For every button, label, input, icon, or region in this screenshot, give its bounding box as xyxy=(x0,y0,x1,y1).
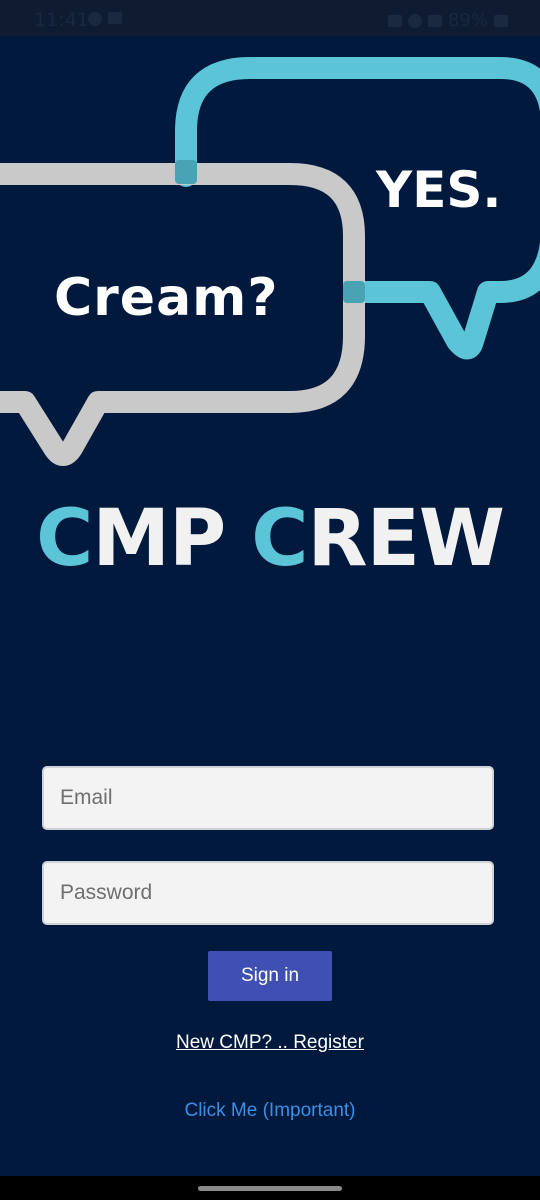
navigation-bar xyxy=(0,1176,540,1200)
signal-icon xyxy=(427,14,442,27)
status-time: 11:41 xyxy=(34,9,89,31)
logo-rest-2: REW xyxy=(307,494,505,584)
battery-icon xyxy=(494,14,508,27)
status-icons-right: 89% xyxy=(387,10,508,31)
password-field[interactable] xyxy=(42,861,494,925)
wifi-icon xyxy=(407,13,422,28)
hero-illustration: Cream? YES. xyxy=(0,36,540,496)
speech-bubbles-graphic xyxy=(0,57,540,466)
home-gesture-handle[interactable] xyxy=(198,1186,342,1191)
mute-icon xyxy=(387,14,402,27)
question-text: Cream? xyxy=(54,268,279,328)
logo-rest-1: MP xyxy=(92,494,226,584)
logo-initial-2: C xyxy=(251,494,308,584)
sign-in-button[interactable]: Sign in xyxy=(208,951,332,1001)
whatsapp-icon xyxy=(88,12,102,26)
email-field[interactable] xyxy=(42,766,494,830)
app-logo: CMP CREW xyxy=(0,496,540,582)
status-icons-left xyxy=(88,12,122,26)
important-link[interactable]: Click Me (Important) xyxy=(0,1100,540,1122)
register-link[interactable]: New CMP? .. Register xyxy=(0,1032,540,1054)
image-icon xyxy=(108,12,122,24)
logo-initial-1: C xyxy=(36,494,93,584)
battery-level: 89% xyxy=(447,10,488,31)
answer-text: YES. xyxy=(376,161,502,219)
status-bar: 11:41 89% xyxy=(0,0,540,36)
